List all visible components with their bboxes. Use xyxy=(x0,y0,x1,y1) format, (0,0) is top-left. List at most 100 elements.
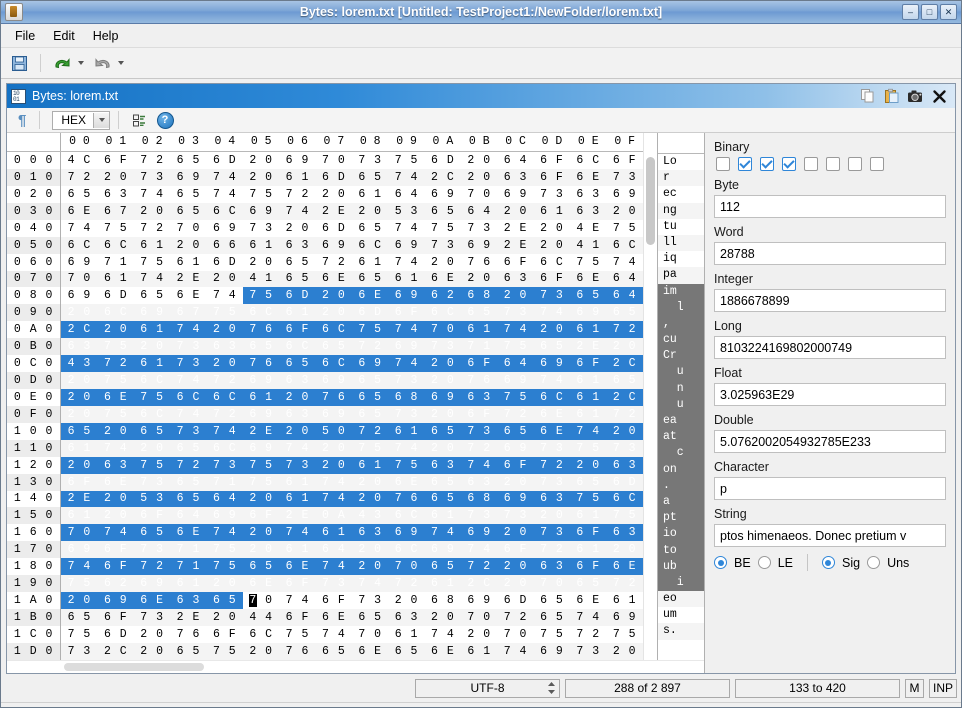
binary-bit-5[interactable] xyxy=(826,157,840,171)
hex-byte[interactable]: 7 2 xyxy=(98,355,134,372)
hex-row[interactable]: 0 5 06 C6 C6 12 06 66 16 36 96 C6 97 36 … xyxy=(7,237,643,254)
hex-byte[interactable]: 6 9 xyxy=(606,609,643,626)
hex-byte[interactable]: 6 4 xyxy=(207,491,243,508)
hex-byte[interactable]: 6 3 xyxy=(461,389,497,406)
hex-byte[interactable]: 6 1 xyxy=(606,592,643,609)
hex-byte[interactable]: 2 0 xyxy=(534,507,570,524)
hex-byte[interactable]: 6 5 xyxy=(316,643,352,660)
hex-byte[interactable]: 2 0 xyxy=(207,271,243,288)
ascii-row[interactable]: ng xyxy=(658,203,704,219)
hex-byte[interactable]: 6 1 xyxy=(570,507,606,524)
hex-byte[interactable]: 6 1 xyxy=(534,203,570,220)
hex-byte[interactable]: 7 4 xyxy=(606,254,643,271)
hex-byte[interactable]: 6 C xyxy=(279,338,315,355)
hex-byte[interactable]: 7 5 xyxy=(134,389,170,406)
hex-byte[interactable]: 6 4 xyxy=(388,186,424,203)
hex-byte[interactable]: 7 4 xyxy=(534,372,570,389)
hex-byte[interactable]: 4 4 xyxy=(243,609,279,626)
hex-byte[interactable]: 7 4 xyxy=(534,304,570,321)
hex-byte[interactable]: 6 3 xyxy=(606,457,643,474)
binary-bit-3[interactable] xyxy=(782,157,796,171)
ascii-row[interactable]: ea xyxy=(658,413,704,429)
hex-byte[interactable]: 6 F xyxy=(279,321,315,338)
ascii-row[interactable]: im xyxy=(658,284,704,300)
hex-byte[interactable]: 2 0 xyxy=(316,457,352,474)
hex-byte[interactable]: 2 E xyxy=(61,491,98,508)
hex-byte[interactable]: 6 9 xyxy=(497,186,533,203)
hex-byte[interactable]: 6 D xyxy=(352,304,388,321)
hex-byte[interactable]: 6 E xyxy=(352,643,388,660)
hex-byte[interactable]: 2 0 xyxy=(461,626,497,643)
hex-byte[interactable]: 6 C xyxy=(316,355,352,372)
hex-byte[interactable]: 6 9 xyxy=(316,237,352,254)
hex-byte[interactable]: 2 0 xyxy=(461,152,497,169)
hex-byte[interactable]: 6 4 xyxy=(461,203,497,220)
hex-byte[interactable]: 6 F xyxy=(134,507,170,524)
hex-byte[interactable]: 7 3 xyxy=(461,220,497,237)
hex-byte[interactable]: 2 0 xyxy=(243,169,279,186)
hex-byte[interactable]: 7 2 xyxy=(170,457,206,474)
hex-row[interactable]: 1 7 06 96 F7 37 17 52 06 16 42 06 C6 97 … xyxy=(7,541,643,558)
hex-byte[interactable]: 7 4 xyxy=(352,575,388,592)
hex-byte[interactable]: 7 2 xyxy=(316,254,352,271)
hex-byte[interactable]: 0 A xyxy=(316,507,352,524)
hex-byte[interactable]: 6 9 xyxy=(570,304,606,321)
hex-byte[interactable]: 7 4 xyxy=(207,524,243,541)
hex-byte[interactable]: 7 3 xyxy=(606,169,643,186)
hex-byte[interactable]: 6 5 xyxy=(352,169,388,186)
hex-byte[interactable]: 7 5 xyxy=(61,626,98,643)
hex-byte[interactable]: 6 3 xyxy=(98,457,134,474)
hex-byte[interactable]: 6 F xyxy=(461,406,497,423)
encoding-select[interactable]: UTF-8 xyxy=(415,679,560,698)
hex-byte[interactable]: 2 0 xyxy=(134,440,170,457)
hex-byte[interactable]: 7 5 xyxy=(279,626,315,643)
hex-byte[interactable]: 2 E xyxy=(570,338,606,355)
hex-byte[interactable]: 7 5 xyxy=(606,626,643,643)
hex-byte[interactable]: 6 C xyxy=(134,372,170,389)
hex-byte[interactable]: 7 5 xyxy=(134,254,170,271)
hex-byte[interactable]: 2 0 xyxy=(279,389,315,406)
hex-byte[interactable]: 6 5 xyxy=(316,338,352,355)
hex-byte[interactable]: 7 4 xyxy=(134,186,170,203)
hex-byte[interactable]: 7 2 xyxy=(534,457,570,474)
hex-byte[interactable]: 2 0 xyxy=(497,474,533,491)
hex-byte[interactable]: 7 4 xyxy=(570,609,606,626)
hex-byte[interactable]: 7 6 xyxy=(461,254,497,271)
hex-byte[interactable]: 6 5 xyxy=(279,254,315,271)
hex-byte[interactable]: 6 F xyxy=(207,626,243,643)
hex-byte[interactable]: 6 9 xyxy=(461,237,497,254)
hex-byte[interactable]: 7 5 xyxy=(388,457,424,474)
hex-byte[interactable]: 7 1 xyxy=(170,541,206,558)
spinner-icon[interactable] xyxy=(547,681,556,695)
hex-byte[interactable]: 7 2 xyxy=(352,423,388,440)
hex-byte[interactable]: 6 C xyxy=(98,304,134,321)
hex-byte[interactable]: 7 0 xyxy=(352,626,388,643)
hex-byte[interactable]: 2 0 xyxy=(425,372,461,389)
hex-byte[interactable]: 6 F xyxy=(497,457,533,474)
hex-byte[interactable]: 7 4 xyxy=(570,423,606,440)
hscrollbar-thumb[interactable] xyxy=(64,663,204,671)
hex-horizontal-scrollbar[interactable] xyxy=(7,660,704,673)
hex-byte[interactable]: 2 0 xyxy=(534,237,570,254)
hex-byte[interactable]: 2 0 xyxy=(352,558,388,575)
double-field[interactable]: 5.0762002054932785E233 xyxy=(714,430,946,453)
hex-byte[interactable]: 7 5 xyxy=(497,389,533,406)
hex-byte[interactable]: 6 F xyxy=(534,169,570,186)
hex-byte[interactable]: 6 5 xyxy=(425,203,461,220)
binary-bit-6[interactable] xyxy=(848,157,862,171)
binary-bit-2[interactable] xyxy=(760,157,774,171)
hex-byte[interactable]: 7 5 xyxy=(207,643,243,660)
hex-byte[interactable]: 7 5 xyxy=(207,558,243,575)
word-field[interactable]: 28788 xyxy=(714,242,946,265)
hex-byte[interactable]: 6 5 xyxy=(352,406,388,423)
hex-byte[interactable]: 2 0 xyxy=(98,321,134,338)
hex-byte[interactable]: 6 5 xyxy=(425,423,461,440)
hex-byte[interactable]: 6 5 xyxy=(61,186,98,203)
hex-byte[interactable]: 6 5 xyxy=(134,287,170,304)
hex-byte[interactable]: 6 C xyxy=(134,406,170,423)
hex-byte[interactable]: 7 4 xyxy=(134,271,170,288)
radio-be[interactable] xyxy=(714,556,727,569)
hex-byte[interactable]: 7 4 xyxy=(170,372,206,389)
chevron-down-icon[interactable] xyxy=(93,113,109,128)
hex-byte[interactable]: 2 0 xyxy=(98,423,134,440)
